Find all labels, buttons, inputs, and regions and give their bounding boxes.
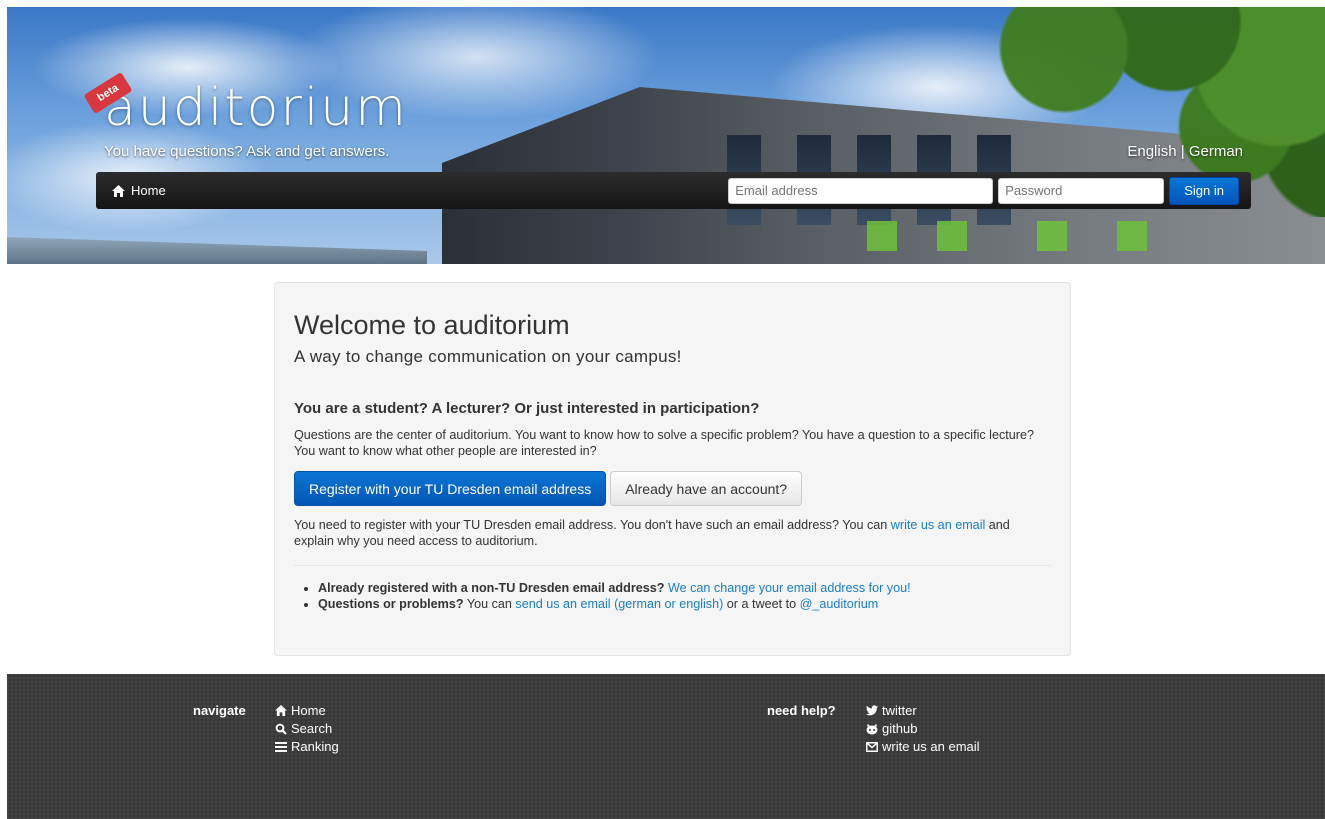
footer-navigate-links: Home Search Ranking bbox=[275, 703, 339, 754]
envelope-icon bbox=[866, 741, 878, 752]
footer-link-label: twitter bbox=[882, 703, 917, 718]
list-item: Questions or problems? You can send us a… bbox=[318, 596, 1051, 612]
language-switcher: English | German bbox=[1127, 143, 1243, 160]
register-button[interactable]: Register with your TU Dresden email addr… bbox=[294, 471, 607, 506]
github-icon bbox=[866, 723, 878, 734]
footer-email-link[interactable]: write us an email bbox=[866, 739, 980, 754]
home-icon bbox=[275, 705, 287, 716]
footer-link-label: Home bbox=[291, 703, 326, 718]
question-heading: You are a student? A lecturer? Or just i… bbox=[294, 400, 760, 417]
footer-link-label: Search bbox=[291, 721, 333, 736]
footer-navigate-title: navigate bbox=[193, 703, 246, 718]
email-input[interactable] bbox=[728, 177, 994, 204]
tagline: You have questions? Ask and get answers. bbox=[104, 143, 390, 160]
list-icon bbox=[275, 742, 287, 752]
page-title: Welcome to auditorium bbox=[294, 310, 570, 340]
signin-button[interactable]: Sign in bbox=[1169, 176, 1239, 205]
footer-link-label: Ranking bbox=[291, 739, 339, 754]
list-item-text: or a tweet to bbox=[723, 597, 800, 611]
footer-help-title: need help? bbox=[767, 703, 836, 718]
divider bbox=[294, 565, 1051, 566]
footer-home-link[interactable]: Home bbox=[275, 703, 339, 718]
page-subtitle: A way to change communication on your ca… bbox=[294, 347, 682, 366]
banner-building-low bbox=[7, 237, 427, 264]
logo-text: auditorium bbox=[104, 78, 408, 138]
home-icon bbox=[112, 184, 125, 197]
twitter-handle-link[interactable]: @_auditorium bbox=[800, 597, 879, 611]
lang-german-link[interactable]: German bbox=[1189, 143, 1243, 160]
top-navbar: Home Sign in bbox=[96, 172, 1251, 209]
footer-twitter-link[interactable]: twitter bbox=[866, 703, 980, 718]
footer-search-link[interactable]: Search bbox=[275, 721, 339, 736]
lang-separator: | bbox=[1180, 143, 1185, 160]
banner-green-panel bbox=[867, 221, 897, 251]
list-item-bold: Already registered with a non-TU Dresden… bbox=[318, 581, 665, 595]
lang-english-link[interactable]: English bbox=[1127, 143, 1176, 160]
intro-text: Questions are the center of auditorium. … bbox=[294, 428, 1034, 458]
register-note-text: You need to register with your TU Dresde… bbox=[294, 518, 891, 532]
footer-ranking-link[interactable]: Ranking bbox=[275, 739, 339, 754]
nav-home-label: Home bbox=[131, 183, 166, 198]
send-email-link[interactable]: send us an email (german or english) bbox=[515, 597, 723, 611]
nav-home-link[interactable]: Home bbox=[112, 183, 166, 198]
site-logo[interactable]: beta auditorium bbox=[82, 72, 408, 138]
list-item-bold: Questions or problems? bbox=[318, 597, 464, 611]
banner-green-panel bbox=[1037, 221, 1067, 251]
banner-green-panel bbox=[1117, 221, 1147, 251]
password-input[interactable] bbox=[998, 177, 1165, 204]
list-item-text: You can bbox=[463, 597, 516, 611]
list-item: Already registered with a non-TU Dresden… bbox=[318, 580, 1051, 596]
action-buttons: Register with your TU Dresden email addr… bbox=[294, 471, 1051, 506]
footer-github-link[interactable]: github bbox=[866, 721, 980, 736]
twitter-icon bbox=[866, 705, 878, 716]
footer: navigate Home Search Ranking need help? … bbox=[7, 674, 1325, 819]
footer-help-links: twitter github write us an email bbox=[866, 703, 980, 754]
already-have-account-button[interactable]: Already have an account? bbox=[610, 471, 803, 506]
banner-green-panel bbox=[937, 221, 967, 251]
change-email-link[interactable]: We can change your email address for you… bbox=[668, 581, 911, 595]
welcome-card: Welcome to auditorium A way to change co… bbox=[274, 282, 1071, 656]
search-icon bbox=[275, 723, 287, 735]
footer-link-label: write us an email bbox=[882, 739, 980, 754]
help-list: Already registered with a non-TU Dresden… bbox=[294, 580, 1051, 612]
register-note: You need to register with your TU Dresde… bbox=[294, 517, 1051, 549]
signin-form: Sign in bbox=[728, 176, 1239, 205]
footer-link-label: github bbox=[882, 721, 918, 736]
write-us-email-link[interactable]: write us an email bbox=[891, 518, 986, 532]
